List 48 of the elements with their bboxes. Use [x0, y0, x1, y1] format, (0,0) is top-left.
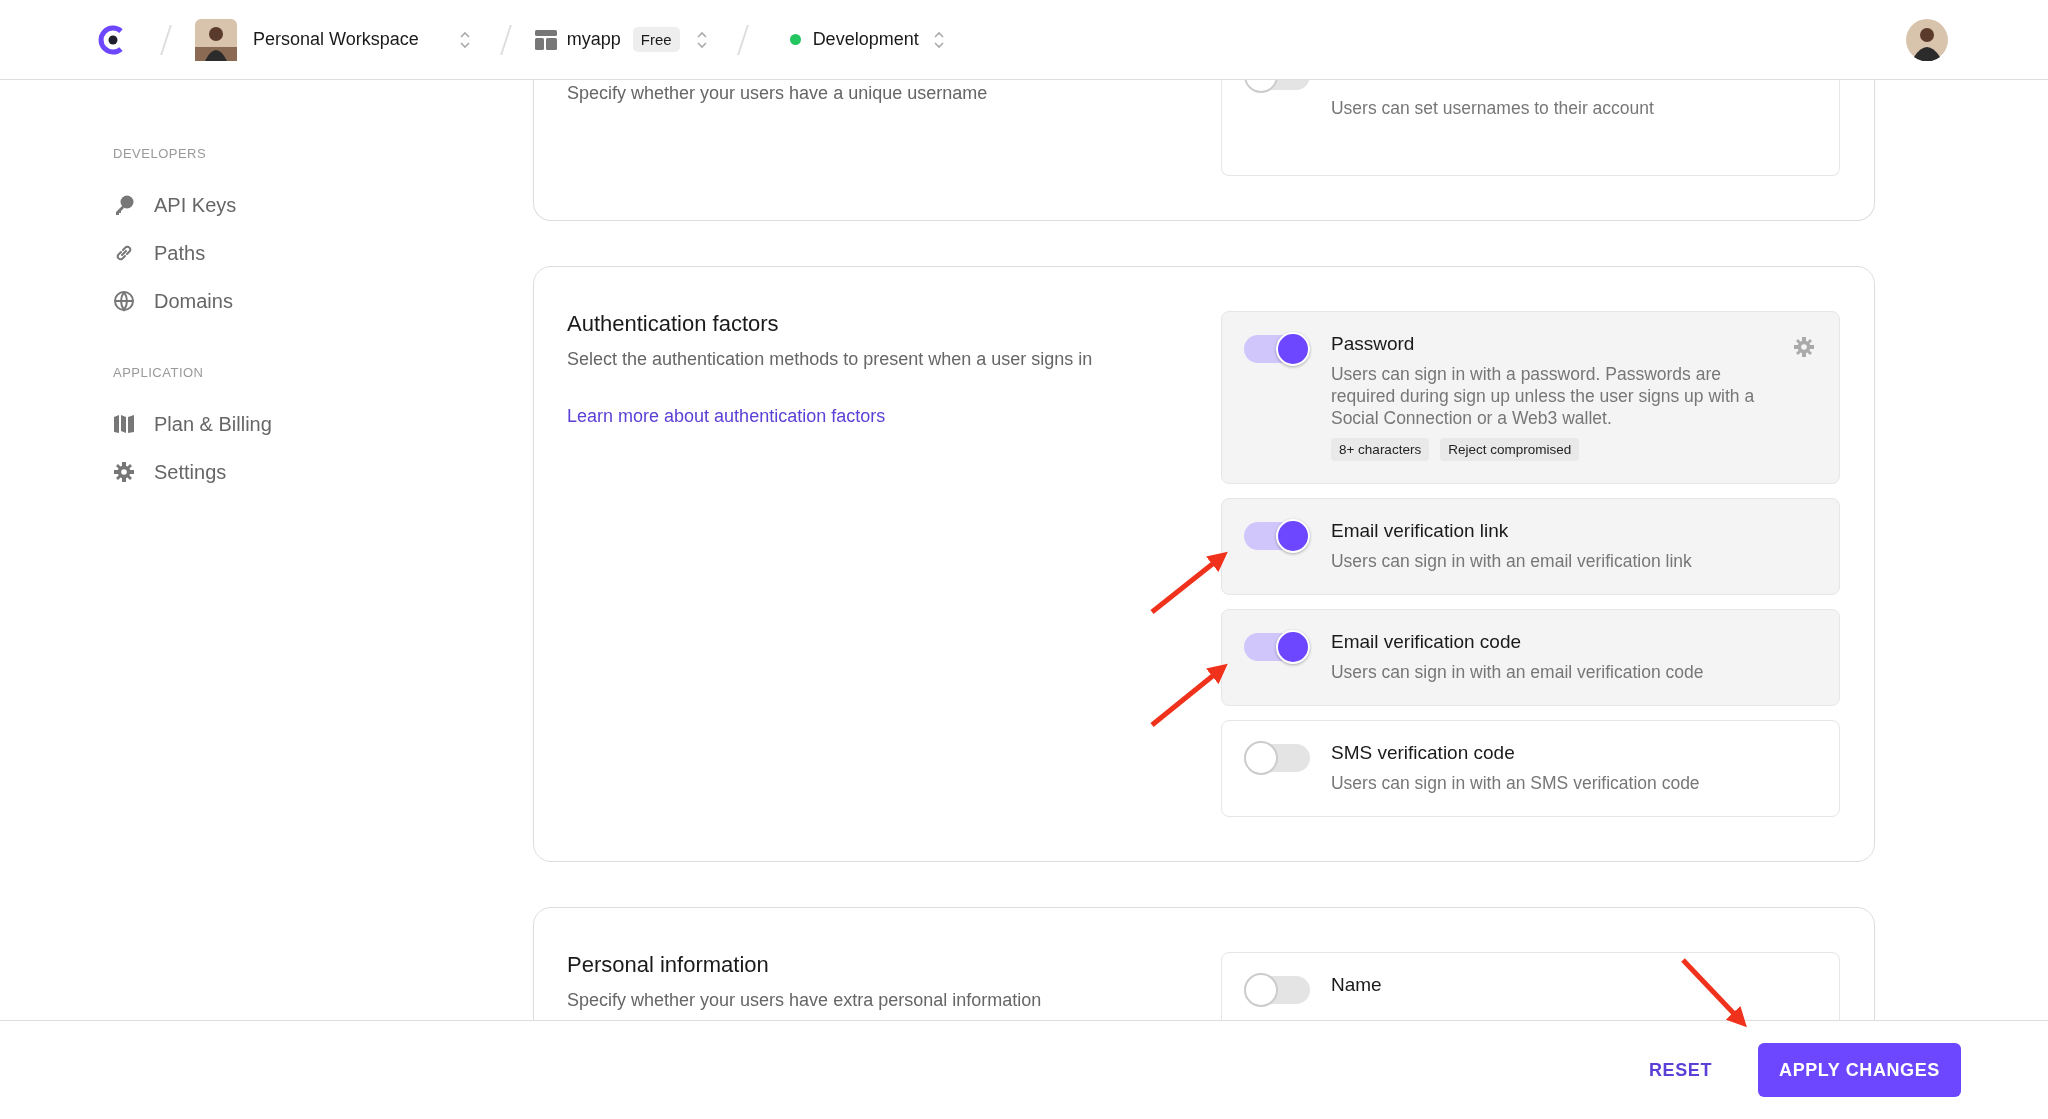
sidebar-item[interactable]: Paths — [154, 241, 206, 265]
option-title: Email verification link — [1330, 520, 1510, 542]
chevron-updown-icon[interactable] — [932, 29, 945, 50]
option-description: Users can sign in with an email verification code — [1330, 661, 1705, 683]
toggle-switch[interactable] — [1243, 335, 1310, 363]
option-description: Users can set usernames to their account — [1330, 97, 1655, 119]
option-title: Password — [1330, 333, 1416, 355]
option-title: Email verification code — [1330, 631, 1523, 653]
annotation-arrow — [1681, 958, 1747, 1028]
card-description: Specify whether your users have a unique username — [567, 83, 989, 104]
card-description: Select the authentication methods to present when a user signs in — [567, 349, 1094, 370]
settings-icon[interactable] — [1793, 336, 1815, 358]
plan-badge: Free — [632, 27, 680, 52]
sidebar-icon — [113, 413, 135, 435]
option-description: Users can sign in with a password. Passwords are required during sign up unless the user signs up with a Social Connection or a Web3 wallet. — [1330, 363, 1756, 429]
apply-button[interactable]: APPLY CHANGES — [1758, 1043, 1961, 1097]
toggle-switch[interactable] — [1243, 633, 1310, 661]
learn-more-link[interactable]: Learn more about authentication factors — [567, 406, 1221, 427]
environment-name[interactable]: Development — [812, 29, 919, 50]
sidebar-item[interactable]: Settings — [154, 460, 227, 484]
option-title: SMS verification code — [1330, 742, 1516, 764]
layout-icon — [534, 29, 557, 50]
app-name[interactable]: myapp — [566, 29, 621, 50]
card-title: Personal information — [567, 952, 770, 978]
option-title: Name — [1330, 974, 1383, 996]
sidebar-icon — [113, 194, 135, 216]
reset-button[interactable]: RESET — [1643, 1049, 1718, 1091]
workspace-name[interactable]: Personal Workspace — [253, 29, 419, 50]
avatar-icon — [195, 18, 237, 61]
tag: 8+ characters — [1330, 438, 1430, 461]
card-description: Specify whether your users have extra personal information — [567, 990, 1043, 1011]
section-heading: APPLICATION — [113, 365, 205, 380]
sidebar-item[interactable]: Plan & Billing — [154, 412, 272, 436]
tag: Reject compromised — [1440, 438, 1580, 461]
option-description: Users can sign in with an SMS verification code — [1330, 772, 1701, 794]
sidebar-item[interactable]: API Keys — [154, 193, 237, 217]
avatar-icon[interactable] — [1906, 18, 1948, 61]
card-title: Authentication factors — [567, 311, 780, 337]
sidebar-icon — [113, 461, 135, 483]
toggle-switch[interactable] — [1243, 522, 1310, 550]
sidebar-icon — [113, 290, 135, 312]
option-description: Users can sign in with an email verification link — [1330, 550, 1693, 572]
sidebar-item[interactable]: Domains — [154, 289, 233, 313]
chevron-updown-icon[interactable] — [695, 29, 708, 50]
chevron-updown-icon[interactable] — [458, 29, 471, 50]
toggle-switch[interactable] — [1243, 744, 1310, 772]
section-heading: DEVELOPERS — [113, 146, 208, 161]
toggle-switch[interactable] — [1243, 976, 1310, 1004]
